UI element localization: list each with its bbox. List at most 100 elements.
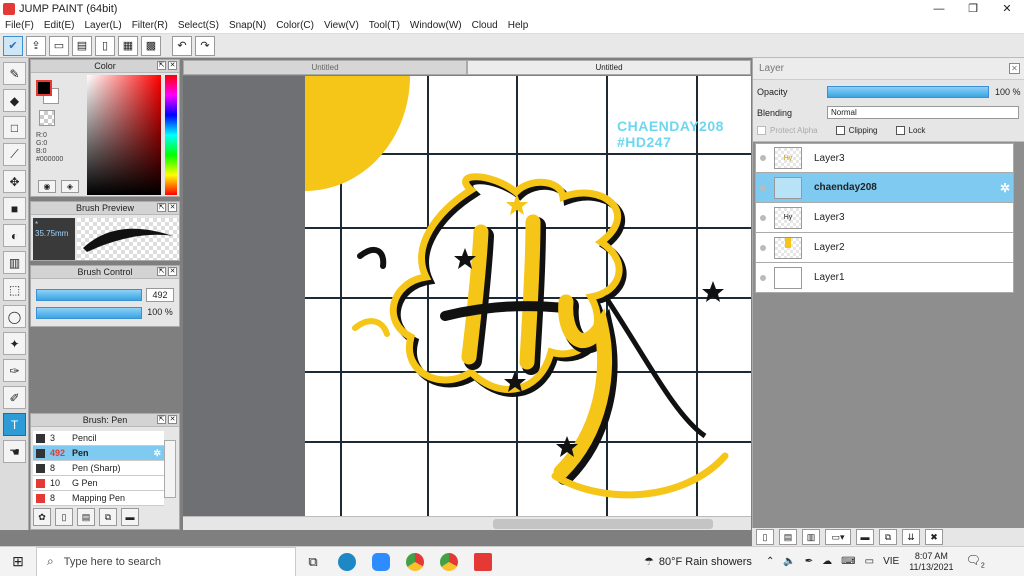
color-pick-icon[interactable]: ◈	[61, 180, 79, 193]
redo-icon[interactable]: ↷	[195, 35, 215, 56]
close-icon[interactable]: ✕	[168, 61, 177, 70]
undo-icon[interactable]: ↶	[172, 35, 192, 56]
move-tool-icon[interactable]: ✥	[3, 170, 26, 193]
hand-tool-icon[interactable]: ☚	[3, 440, 26, 463]
eraser-tool-icon[interactable]: ◆	[3, 89, 26, 112]
layer-row[interactable]: chaenday208 ✲	[755, 173, 1014, 203]
visibility-icon[interactable]	[760, 274, 766, 281]
weather-widget[interactable]: ☂ 80°F Rain showers	[644, 555, 752, 569]
popout-icon[interactable]: ⇱	[157, 267, 166, 276]
pen-icon[interactable]: ✒	[805, 556, 813, 567]
cloud-icon[interactable]: ☁	[822, 556, 832, 567]
close-icon[interactable]: ✕	[168, 415, 177, 424]
brush-item[interactable]: 10 G Pen	[33, 476, 164, 491]
maximize-button[interactable]: ❐	[956, 0, 990, 17]
layer-row[interactable]: Layer1	[755, 263, 1014, 293]
display-icon[interactable]: ▭	[865, 556, 874, 567]
color-history-icon[interactable]: ◉	[38, 180, 56, 193]
blending-select[interactable]: Normal	[827, 106, 1019, 119]
task-view-icon[interactable]: ⧉	[296, 547, 330, 576]
bucket-tool-icon[interactable]: ◐	[3, 224, 26, 247]
popout-icon[interactable]: ⇱	[157, 415, 166, 424]
brush-menu-icon[interactable]: ▤	[77, 508, 95, 526]
clipping-checkbox[interactable]: Clipping	[835, 126, 878, 135]
canvas-horizontal-scrollbar[interactable]	[183, 516, 751, 530]
volume-icon[interactable]: 🔈	[783, 556, 795, 567]
rectangle-tool-icon[interactable]: □	[3, 116, 26, 139]
visibility-icon[interactable]	[760, 244, 766, 251]
lasso-tool-icon[interactable]: ◯	[3, 305, 26, 328]
comment-icon[interactable]: ▤	[72, 35, 92, 56]
tab-untitled-2[interactable]: Untitled	[467, 60, 751, 75]
add-layer-menu-icon[interactable]: ▭▾	[825, 529, 851, 545]
saturation-value-picker[interactable]	[87, 75, 161, 195]
layer-row[interactable]: Hy Layer3	[755, 203, 1014, 233]
chrome-profile-icon[interactable]	[432, 547, 466, 576]
chrome-icon[interactable]	[398, 547, 432, 576]
page-icon[interactable]: ▯	[95, 35, 115, 56]
page-list-icon[interactable]: ▦	[118, 35, 138, 56]
chevron-up-icon[interactable]: ⌃	[766, 556, 774, 567]
protect-alpha-checkbox[interactable]: Protect Alpha	[757, 126, 818, 135]
scrollbar-thumb[interactable]	[493, 519, 713, 529]
keyboard-icon[interactable]: ⌨	[841, 556, 855, 567]
menu-window[interactable]: Window(W)	[405, 20, 467, 31]
merge-layer-icon[interactable]: ⇊	[902, 529, 920, 545]
menu-color[interactable]: Color(C)	[271, 20, 319, 31]
cloud-check-icon[interactable]: ✔	[3, 35, 23, 56]
brush-item[interactable]: 3 Pencil	[33, 431, 164, 446]
copy-brush-icon[interactable]: ⧉	[99, 508, 117, 526]
menu-edit[interactable]: Edit(E)	[39, 20, 80, 31]
new-1bit-layer-icon[interactable]: ▥	[802, 529, 820, 545]
jump-paint-taskbar-icon[interactable]	[466, 547, 500, 576]
taskbar-search-box[interactable]: ⌕ Type here to search	[36, 546, 296, 576]
new-layer-icon[interactable]: ▯	[756, 529, 774, 545]
grid-icon[interactable]: ▩	[141, 35, 161, 56]
fill-rect-tool-icon[interactable]: ■	[3, 197, 26, 220]
brush-item[interactable]: 492 Pen ✲	[33, 446, 164, 461]
hue-slider[interactable]	[165, 75, 177, 195]
popout-icon[interactable]: ⇱	[157, 203, 166, 212]
menu-help[interactable]: Help	[503, 20, 534, 31]
transparent-color-swatch[interactable]	[39, 110, 55, 126]
canvas-area[interactable]: CHAENDAY208 #HD247	[183, 76, 751, 516]
lock-checkbox[interactable]: Lock	[895, 126, 925, 135]
input-language[interactable]: VIE	[883, 556, 899, 567]
menu-tool[interactable]: Tool(T)	[364, 20, 405, 31]
folder-icon[interactable]: ▬	[856, 529, 874, 545]
menu-layer[interactable]: Layer(L)	[79, 20, 126, 31]
magic-wand-tool-icon[interactable]: ✦	[3, 332, 26, 355]
brush-size-value[interactable]: 492	[146, 288, 174, 302]
brush-list-scrollbar[interactable]	[164, 440, 176, 498]
copy-layer-icon[interactable]: ⧉	[879, 529, 897, 545]
brush-size-slider[interactable]	[36, 289, 142, 301]
windows-start-icon[interactable]: ⊞	[0, 547, 36, 576]
gear-icon[interactable]: ✲	[1000, 181, 1010, 195]
new-8bit-layer-icon[interactable]: ▤	[779, 529, 797, 545]
brush-tool-icon[interactable]: ✎	[3, 62, 26, 85]
brush-folder-icon[interactable]: ▬	[121, 508, 139, 526]
close-icon[interactable]: ✕	[168, 203, 177, 212]
zoom-app-icon[interactable]	[364, 547, 398, 576]
menu-file[interactable]: File(F)	[0, 20, 39, 31]
brush-item[interactable]: 8 Pen (Sharp)	[33, 461, 164, 476]
minimize-button[interactable]: —	[922, 0, 956, 17]
visibility-icon[interactable]	[760, 155, 766, 161]
brush-settings-icon[interactable]: ✿	[33, 508, 51, 526]
trash-icon[interactable]: ✖	[925, 529, 943, 545]
line-tool-icon[interactable]: ⟋	[3, 143, 26, 166]
layer-opacity-slider[interactable]	[827, 86, 989, 98]
close-icon[interactable]: ✕	[1009, 63, 1020, 74]
gear-icon[interactable]: ✲	[153, 448, 161, 459]
share-icon[interactable]: ⇪	[26, 35, 46, 56]
gradient-tool-icon[interactable]: ▥	[3, 251, 26, 274]
taskbar-clock[interactable]: 8:07 AM 11/13/2021	[909, 551, 953, 573]
select-rect-tool-icon[interactable]: ⬚	[3, 278, 26, 301]
select-pen-tool-icon[interactable]: ✑	[3, 359, 26, 382]
edge-browser-icon[interactable]	[330, 547, 364, 576]
text-tool-icon[interactable]: T	[3, 413, 26, 436]
close-icon[interactable]: ✕	[168, 267, 177, 276]
visibility-icon[interactable]	[760, 184, 766, 191]
speech-bubble-icon[interactable]: ▭	[49, 35, 69, 56]
menu-select[interactable]: Select(S)	[173, 20, 224, 31]
